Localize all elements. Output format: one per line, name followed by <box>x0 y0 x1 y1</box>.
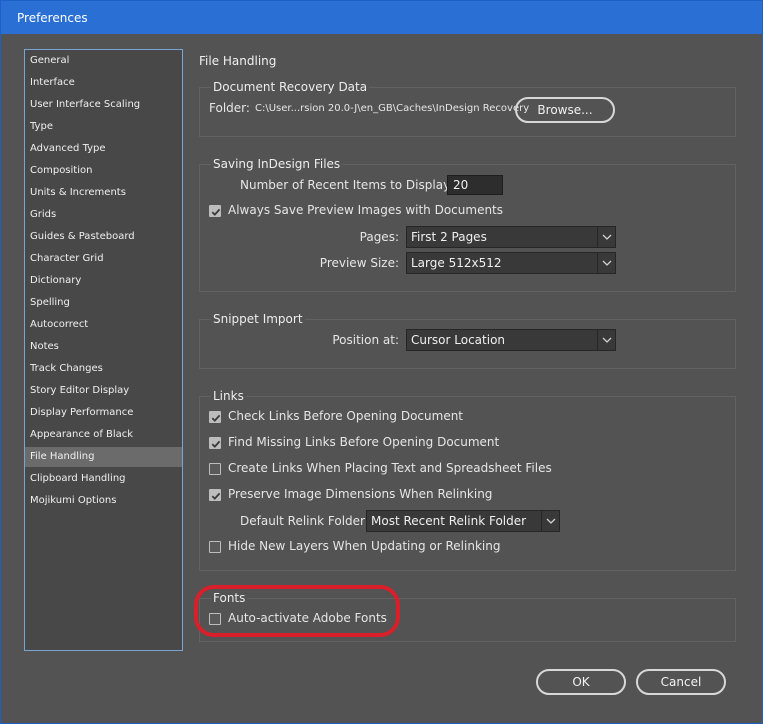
chevron-down-icon <box>602 234 612 240</box>
find-missing-links-label: Find Missing Links Before Opening Docume… <box>228 435 500 449</box>
sidebar-item-units-increments[interactable]: Units & Increments <box>25 183 182 203</box>
ok-button[interactable]: OK <box>536 669 626 695</box>
category-list[interactable]: General Interface User Interface Scaling… <box>24 49 183 651</box>
pages-label: Pages: <box>359 230 399 244</box>
pages-select[interactable]: First 2 Pages <box>406 226 616 248</box>
hide-new-layers-checkbox[interactable] <box>209 541 221 553</box>
preview-size-select-value: Large 512x512 <box>411 256 502 270</box>
save-preview-checkbox[interactable] <box>209 205 221 217</box>
links-group-title: Links <box>211 389 246 403</box>
sidebar-item-type[interactable]: Type <box>25 117 182 137</box>
position-at-dropdown-arrow[interactable] <box>597 330 615 350</box>
sidebar-item-display-performance[interactable]: Display Performance <box>25 403 182 423</box>
sidebar-item-grids[interactable]: Grids <box>25 205 182 225</box>
sidebar-item-dictionary[interactable]: Dictionary <box>25 271 182 291</box>
find-missing-links-checkbox[interactable] <box>209 437 221 449</box>
position-at-label: Position at: <box>332 333 399 347</box>
relink-folder-dropdown-arrow[interactable] <box>541 511 559 531</box>
sidebar-item-spelling[interactable]: Spelling <box>25 293 182 313</box>
preferences-dialog: Preferences General Interface User Inter… <box>0 0 763 724</box>
preview-size-dropdown-arrow[interactable] <box>597 253 615 273</box>
preserve-dimensions-checkbox[interactable] <box>209 489 221 501</box>
sidebar-item-character-grid[interactable]: Character Grid <box>25 249 182 269</box>
page-title: File Handling <box>199 54 277 68</box>
preserve-dimensions-label: Preserve Image Dimensions When Relinking <box>228 487 493 501</box>
sidebar-item-mojikumi-options[interactable]: Mojikumi Options <box>25 491 182 511</box>
chevron-down-icon <box>602 260 612 266</box>
snippet-group-title: Snippet Import <box>211 312 305 326</box>
preview-size-select[interactable]: Large 512x512 <box>406 252 616 274</box>
recent-items-input[interactable]: 20 <box>447 175 503 195</box>
sidebar-item-advanced-type[interactable]: Advanced Type <box>25 139 182 159</box>
sidebar-item-composition[interactable]: Composition <box>25 161 182 181</box>
sidebar-item-autocorrect[interactable]: Autocorrect <box>25 315 182 335</box>
relink-folder-select-value: Most Recent Relink Folder <box>371 514 527 528</box>
auto-activate-fonts-checkbox[interactable] <box>209 613 221 625</box>
fonts-group-title: Fonts <box>211 591 248 605</box>
check-links-label: Check Links Before Opening Document <box>228 409 464 423</box>
checkmark-icon <box>211 414 221 422</box>
recent-items-label: Number of Recent Items to Display: <box>240 178 454 192</box>
sidebar-item-notes[interactable]: Notes <box>25 337 182 357</box>
browse-button[interactable]: Browse... <box>515 97 615 123</box>
checkmark-icon <box>211 208 221 216</box>
recovery-folder-path: C:\User...rsion 20.0-J\en_GB\Caches\InDe… <box>255 103 530 114</box>
sidebar-item-appearance-of-black[interactable]: Appearance of Black <box>25 425 182 445</box>
chevron-down-icon <box>546 518 556 524</box>
sidebar-item-interface[interactable]: Interface <box>25 73 182 93</box>
sidebar-item-story-editor-display[interactable]: Story Editor Display <box>25 381 182 401</box>
relink-folder-select[interactable]: Most Recent Relink Folder <box>366 510 560 532</box>
checkmark-icon <box>211 492 221 500</box>
position-at-select[interactable]: Cursor Location <box>406 329 616 351</box>
preview-size-label: Preview Size: <box>319 256 399 270</box>
sidebar-item-track-changes[interactable]: Track Changes <box>25 359 182 379</box>
sidebar-item-file-handling[interactable]: File Handling <box>25 447 182 467</box>
title-bar[interactable]: Preferences <box>1 1 762 34</box>
saving-group-title: Saving InDesign Files <box>211 157 343 171</box>
window-title: Preferences <box>17 11 88 25</box>
relink-folder-label: Default Relink Folder: <box>240 514 369 528</box>
check-links-checkbox[interactable] <box>209 411 221 423</box>
sidebar-item-clipboard-handling[interactable]: Clipboard Handling <box>25 469 182 489</box>
cancel-button[interactable]: Cancel <box>636 669 726 695</box>
sidebar-item-general[interactable]: General <box>25 51 182 71</box>
position-at-select-value: Cursor Location <box>411 333 506 347</box>
sidebar-item-user-interface-scaling[interactable]: User Interface Scaling <box>25 95 182 115</box>
auto-activate-fonts-label: Auto-activate Adobe Fonts <box>228 611 387 625</box>
checkmark-icon <box>211 440 221 448</box>
save-preview-label: Always Save Preview Images with Document… <box>228 203 504 217</box>
sidebar-item-guides-pasteboard[interactable]: Guides & Pasteboard <box>25 227 182 247</box>
chevron-down-icon <box>602 337 612 343</box>
pages-dropdown-arrow[interactable] <box>597 227 615 247</box>
pages-select-value: First 2 Pages <box>411 230 487 244</box>
folder-label: Folder: <box>209 101 250 115</box>
hide-new-layers-label: Hide New Layers When Updating or Relinki… <box>228 539 501 553</box>
create-links-checkbox[interactable] <box>209 463 221 475</box>
recovery-group-title: Document Recovery Data <box>211 80 370 94</box>
create-links-label: Create Links When Placing Text and Sprea… <box>228 461 552 475</box>
